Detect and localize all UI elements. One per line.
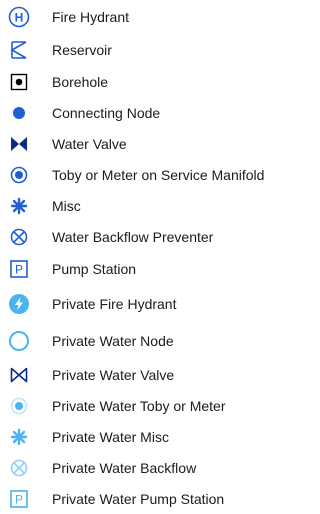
legend-label: Toby or Meter on Service Manifold [52,167,265,183]
svg-text:P: P [15,262,23,276]
legend-label: Reservoir [52,42,112,58]
legend-label: Private Fire Hydrant [52,296,177,312]
private-water-valve-icon [8,364,30,386]
backflow-preventer-icon [8,226,30,248]
private-toby-meter-icon [8,395,30,417]
legend-item: Private Fire Hydrant [0,291,306,317]
legend-label: Fire Hydrant [52,9,130,25]
private-fire-hydrant-icon [8,293,30,315]
legend-item: Private Water Node [0,328,306,354]
map-legend: H Fire Hydrant Reservoir Borehole Connec… [0,0,306,514]
legend-label: Private Water Node [52,333,174,349]
legend-item: Toby or Meter on Service Manifold [0,162,306,188]
legend-label: Private Water Backflow [52,460,197,476]
legend-label: Connecting Node [52,105,161,121]
legend-item: Private Water Backflow [0,455,306,481]
svg-text:P: P [15,492,23,506]
legend-item: P Private Water Pump Station [0,486,306,512]
legend-item: Private Water Toby or Meter [0,393,306,419]
legend-label: Private Water Valve [52,367,175,383]
legend-label: Water Backflow Preventer [52,229,214,245]
connecting-node-icon [8,102,30,124]
legend-item: Water Backflow Preventer [0,224,306,250]
legend-label: Private Water Toby or Meter [52,398,226,414]
legend-label: Private Water Pump Station [52,491,225,507]
legend-item: Private Water Misc [0,424,306,450]
water-valve-icon [8,133,30,155]
legend-label: Borehole [52,74,109,90]
misc-icon [8,195,30,217]
toby-meter-icon [8,164,30,186]
legend-item: Connecting Node [0,100,306,126]
legend-item: H Fire Hydrant [0,4,306,30]
legend-item: Borehole [0,69,306,95]
reservoir-icon [8,39,30,61]
legend-label: Pump Station [52,261,137,277]
legend-label: Misc [52,198,81,214]
legend-item: Private Water Valve [0,362,306,388]
legend-item: P Pump Station [0,256,306,282]
legend-item: Misc [0,193,306,219]
private-backflow-icon [8,457,30,479]
legend-label: Water Valve [52,136,127,152]
fire-hydrant-icon: H [8,6,30,28]
private-pump-station-icon: P [8,488,30,510]
private-water-node-icon [8,330,30,352]
private-misc-icon [8,426,30,448]
legend-item: Reservoir [0,37,306,63]
borehole-icon [8,71,30,93]
legend-item: Water Valve [0,131,306,157]
svg-text:H: H [15,10,24,24]
legend-label: Private Water Misc [52,429,169,445]
pump-station-icon: P [8,258,30,280]
